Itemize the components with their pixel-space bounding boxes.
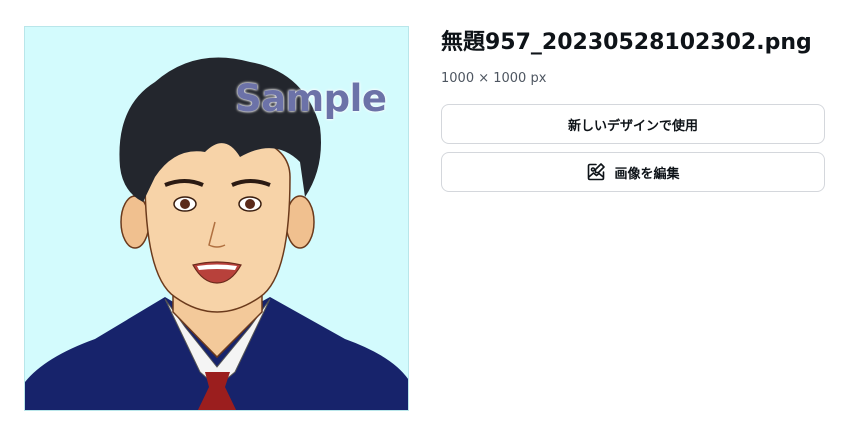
file-details-panel: 無題957_20230528102302.png 1000 × 1000 px … xyxy=(441,28,825,192)
image-preview: Sample xyxy=(24,26,409,411)
sample-watermark: Sample xyxy=(235,77,387,120)
use-in-new-design-button[interactable]: 新しいデザインで使用 xyxy=(441,104,825,144)
file-name: 無題957_20230528102302.png xyxy=(441,30,812,55)
image-edit-icon xyxy=(586,162,606,182)
edit-image-label: 画像を編集 xyxy=(614,166,680,182)
edit-image-button[interactable]: 画像を編集 xyxy=(441,152,825,192)
use-in-new-design-label: 新しいデザインで使用 xyxy=(567,118,698,134)
image-dimensions: 1000 × 1000 px xyxy=(441,71,547,86)
